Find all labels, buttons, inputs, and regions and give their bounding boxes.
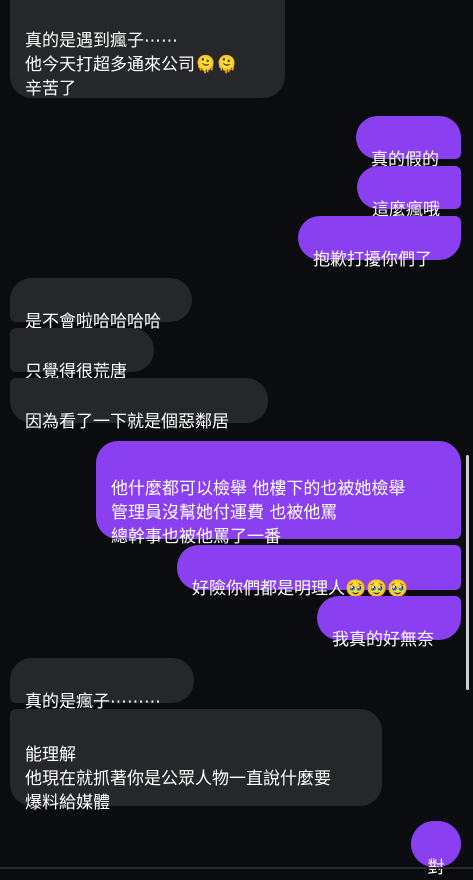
message-text: 能理解 他現在就抓著你是公眾人物一直說什麼要 爆料給媒體 [25, 745, 331, 813]
message-bubble-outgoing[interactable]: 抱歉打擾你們了 [298, 216, 461, 270]
message-bubble-incoming[interactable]: 真的是瘋子⋯⋯⋯ [10, 658, 194, 712]
scrollbar[interactable] [466, 455, 469, 690]
message-bubble-incoming[interactable]: 因為看了一下就是個惡鄰居 [10, 378, 268, 432]
message-bubble-outgoing[interactable]: 真的假的 [356, 116, 461, 170]
message-text: 因為看了一下就是個惡鄰居 [25, 412, 229, 432]
message-bubble-incoming[interactable]: 是不會啦哈哈哈哈 [10, 278, 192, 332]
message-bubble-incoming[interactable]: 真的是遇到瘋子⋯⋯ 他今天打超多通來公司🫠🫠 辛苦了 [10, 0, 285, 99]
message-text: 真的是遇到瘋子⋯⋯ 他今天打超多通來公司🫠🫠 辛苦了 [25, 31, 238, 99]
message-bubble-outgoing[interactable]: 這麼瘋哦 [357, 166, 461, 220]
message-bubble-outgoing[interactable]: 對 [411, 821, 461, 878]
message-text: 我真的好無奈 [332, 630, 434, 650]
message-text: 抱歉打擾你們了 [313, 250, 432, 270]
message-bubble-incoming[interactable]: 只覺得很荒唐 [10, 328, 154, 382]
message-bubble-outgoing[interactable]: 好險你們都是明理人🥹🥹🥹 [177, 545, 461, 599]
message-text: 他什麼都可以檢舉 他樓下的也被她檢舉 管理員沒幫她付運費 也被他罵 總幹事也被他… [111, 479, 406, 547]
message-bubble-outgoing[interactable]: 他什麼都可以檢舉 他樓下的也被她檢舉 管理員沒幫她付運費 也被他罵 總幹事也被他… [96, 441, 461, 547]
message-bubble-incoming[interactable]: 能理解 他現在就抓著你是公眾人物一直說什麼要 爆料給媒體 [10, 709, 382, 813]
message-bubble-outgoing[interactable]: 我真的好無奈 [317, 596, 461, 650]
